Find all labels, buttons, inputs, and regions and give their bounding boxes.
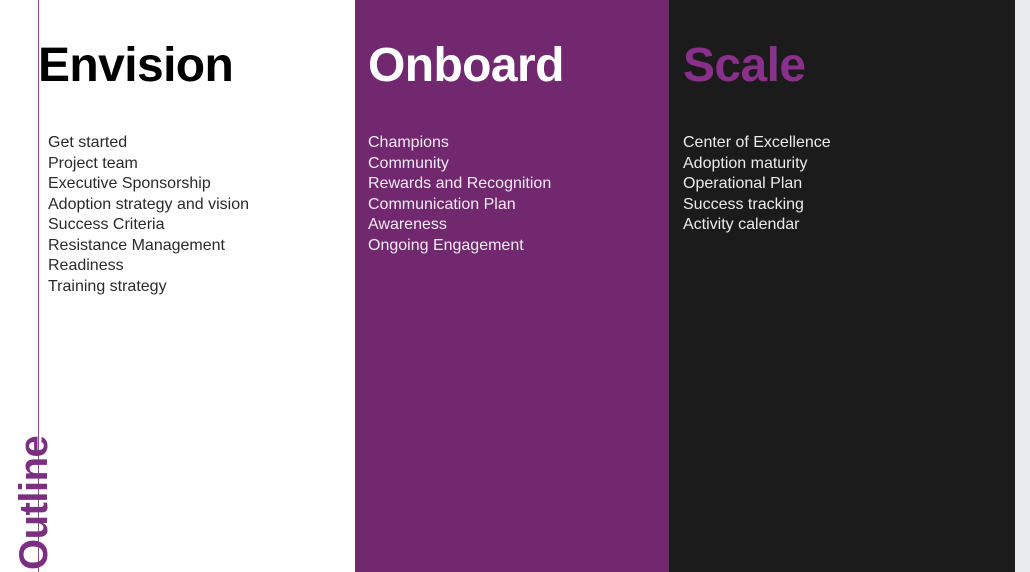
list-item: Activity calendar xyxy=(683,216,800,233)
list-item: Training strategy xyxy=(48,277,167,295)
column-list-envision: Get started Project team Executive Spons… xyxy=(48,133,249,297)
list-item: Get started xyxy=(48,134,128,151)
column-list-onboard: Champions Community Rewards and Recognit… xyxy=(368,133,551,256)
list-item: Success tracking xyxy=(683,195,804,213)
list-item: Success Criteria xyxy=(48,216,165,233)
column-list-scale: Center of Excellence Adoption maturity O… xyxy=(683,133,831,236)
list-item: Ongoing Engagement xyxy=(368,236,524,254)
list-item: Executive Sponsorship xyxy=(48,175,211,192)
list-item: Champions xyxy=(368,134,449,151)
column-onboard: Onboard Champions Community Rewards and … xyxy=(355,0,669,572)
slide-canvas: Outline Envision Get started Project tea… xyxy=(0,0,1030,572)
list-item: Readiness xyxy=(48,257,124,274)
list-item: Project team xyxy=(48,154,138,172)
list-item: Operational Plan xyxy=(683,175,803,192)
list-item: Center of Excellence xyxy=(683,134,831,151)
list-item: Community xyxy=(368,154,449,172)
list-item: Rewards and Recognition xyxy=(368,175,552,192)
list-item: Adoption maturity xyxy=(683,154,808,172)
list-item: Resistance Management xyxy=(48,236,225,254)
list-item: Awareness xyxy=(368,216,447,233)
list-item: Communication Plan xyxy=(368,195,516,213)
column-envision: Envision Get started Project team Execut… xyxy=(38,0,355,572)
column-title-scale: Scale xyxy=(683,39,806,92)
list-item: Adoption strategy and vision xyxy=(48,195,250,213)
column-scale: Scale Center of Excellence Adoption matu… xyxy=(669,0,1015,572)
column-title-onboard: Onboard xyxy=(368,39,564,92)
right-edge-strip xyxy=(1015,0,1030,572)
section-label: Outline xyxy=(0,402,56,572)
column-title-envision: Envision xyxy=(38,39,234,92)
